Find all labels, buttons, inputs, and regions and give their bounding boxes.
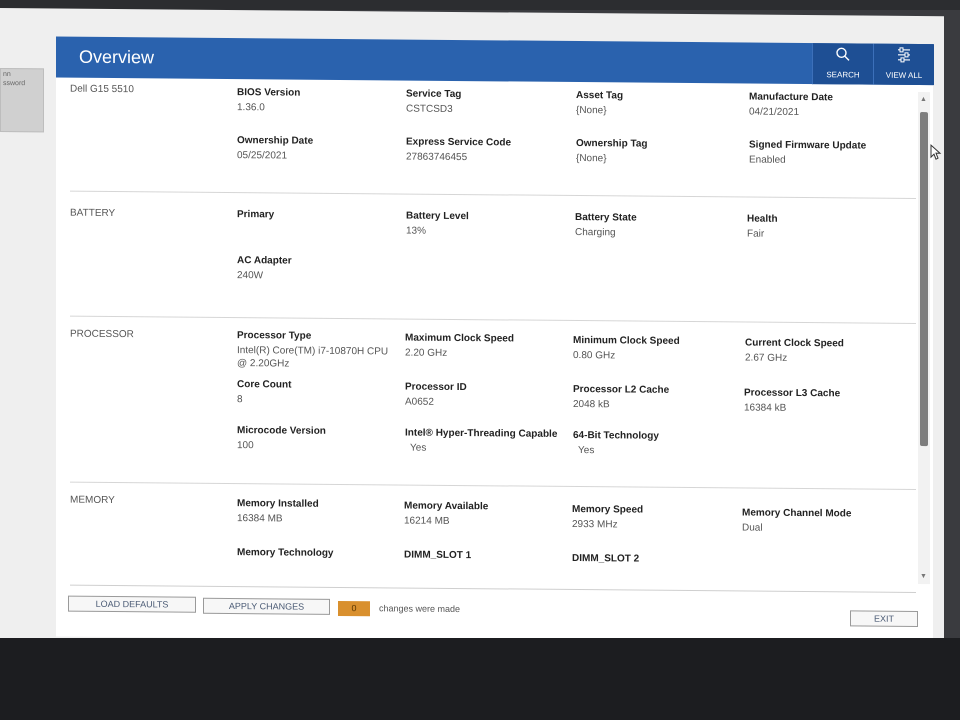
load-defaults-button[interactable]: LOAD DEFAULTS	[68, 595, 196, 613]
field-minimum-clock-speed: Minimum Clock Speed 0.80 GHz	[573, 335, 680, 362]
footer-divider	[70, 584, 916, 593]
field-ac-adapter: AC Adapter 240W	[237, 255, 292, 282]
field-primary: Primary	[237, 209, 275, 221]
changes-status-text: changes were made	[379, 603, 461, 615]
field-64-bit-technology: 64-Bit Technology Yes	[573, 430, 659, 457]
field-express-service-code: Express Service Code 27863746455	[406, 136, 512, 164]
field-processor-l2-cache: Processor L2 Cache 2048 kB	[573, 384, 670, 411]
vertical-scrollbar[interactable]: ▲ ▼	[918, 92, 930, 585]
system-section: Dell G15 5510 BIOS Version 1.36.0 Servic…	[56, 77, 916, 200]
view-all-button[interactable]: VIEW ALL	[873, 43, 934, 86]
field-memory-channel-mode: Memory Channel Mode Dual	[742, 507, 852, 534]
field-dimm-slot-2: DIMM_SLOT 2	[572, 552, 640, 565]
memory-title: MEMORY	[70, 494, 115, 507]
field-ownership-date: Ownership Date 05/25/2021	[237, 135, 314, 162]
field-manufacture-date: Manufacture Date 04/21/2021	[749, 91, 833, 118]
bios-overview-window: Overview SEARCH VIEW ALL Dell G15 5510 B…	[56, 36, 934, 645]
field-current-clock-speed: Current Clock Speed 2.67 GHz	[745, 337, 844, 364]
processor-section: PROCESSOR Processor Type Intel(R) Core(T…	[56, 316, 916, 489]
search-button[interactable]: SEARCH	[812, 43, 873, 85]
scrollbar-thumb[interactable]	[920, 112, 928, 447]
field-memory-speed: Memory Speed 2933 MHz	[572, 503, 644, 531]
sliders-icon	[898, 47, 910, 63]
field-battery-state: Battery State Charging	[575, 212, 637, 239]
page-title: Overview	[79, 46, 155, 68]
left-nav-panel[interactable]: nn ssword	[0, 68, 44, 133]
search-icon	[836, 47, 850, 61]
field-hyper-threading: Intel® Hyper-Threading Capable Yes	[405, 427, 558, 454]
field-health: Health Fair	[747, 213, 778, 240]
battery-section: BATTERY Primary Battery Level 13% Batter…	[56, 191, 916, 323]
field-ownership-tag: Ownership Tag {None}	[576, 138, 648, 165]
overview-content: Dell G15 5510 BIOS Version 1.36.0 Servic…	[56, 77, 916, 579]
field-microcode-version: Microcode Version 100	[237, 425, 326, 452]
scroll-down-arrow-icon[interactable]: ▼	[920, 573, 927, 580]
field-asset-tag: Asset Tag {None}	[576, 90, 624, 117]
field-battery-level: Battery Level 13%	[406, 210, 469, 237]
apply-changes-button[interactable]: APPLY CHANGES	[203, 597, 330, 615]
search-label: SEARCH	[826, 70, 860, 80]
left-nav-line-2: ssword	[3, 80, 26, 88]
field-core-count: Core Count 8	[237, 379, 292, 406]
field-memory-technology: Memory Technology	[237, 547, 334, 559]
view-all-label: VIEW ALL	[885, 70, 923, 81]
field-processor-id: Processor ID A0652	[405, 381, 467, 408]
field-bios-version: BIOS Version 1.36.0	[237, 87, 301, 114]
scroll-up-arrow-icon[interactable]: ▲	[920, 96, 927, 103]
monitor-bezel-bottom	[0, 638, 960, 720]
left-nav-line-1: nn	[3, 71, 11, 79]
field-memory-installed: Memory Installed 16384 MB	[237, 498, 319, 525]
field-dimm-slot-1: DIMM_SLOT 1	[404, 549, 472, 562]
field-signed-firmware-update: Signed Firmware Update Enabled	[749, 139, 867, 166]
changes-count-badge: 0	[338, 600, 370, 617]
exit-button[interactable]: EXIT	[850, 610, 918, 628]
battery-title: BATTERY	[70, 207, 116, 220]
field-memory-available: Memory Available 16214 MB	[404, 500, 489, 527]
screen: nn ssword Overview SEARCH VIEW ALL Dell …	[0, 8, 944, 647]
mouse-cursor-icon	[930, 144, 942, 160]
field-processor-type: Processor Type Intel(R) Core(TM) i7-1087…	[237, 330, 389, 370]
field-service-tag: Service Tag CSTCSD3	[406, 88, 462, 115]
system-model: Dell G15 5510	[70, 83, 134, 96]
processor-title: PROCESSOR	[70, 328, 134, 341]
field-maximum-clock-speed: Maximum Clock Speed 2.20 GHz	[405, 332, 514, 359]
memory-section: MEMORY Memory Installed 16384 MB Memory …	[56, 482, 916, 579]
field-processor-l3-cache: Processor L3 Cache 16384 kB	[744, 387, 841, 414]
